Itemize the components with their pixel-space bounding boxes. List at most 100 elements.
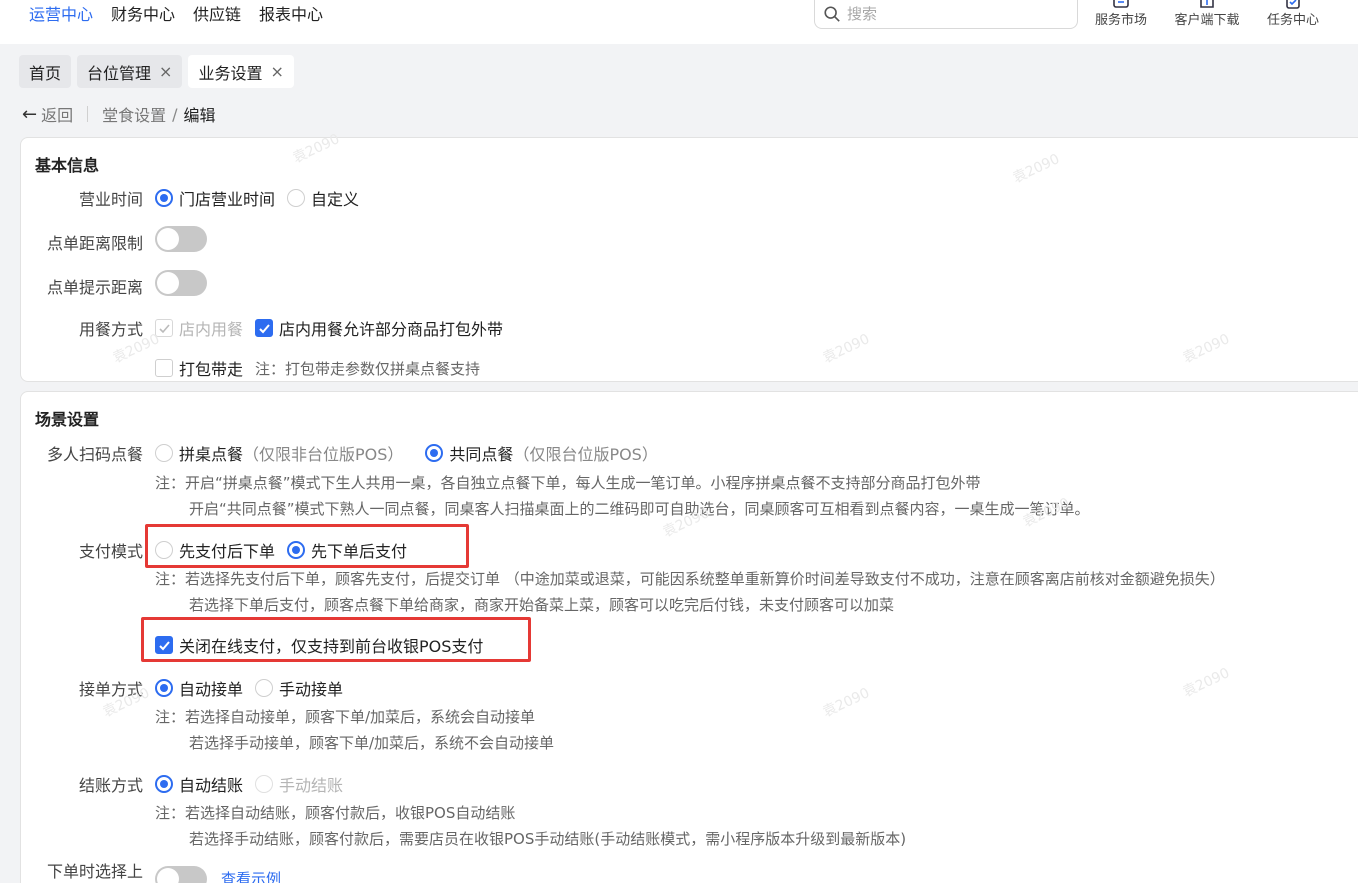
accept-option-manual[interactable]: 手动接单 <box>255 676 343 700</box>
back-arrow-icon[interactable]: ← <box>22 104 37 125</box>
dine-in-option: 店内用餐 <box>155 316 243 340</box>
task-center-button[interactable]: 任务中心 <box>1253 0 1333 30</box>
scene-settings-title: 场景设置 <box>35 410 100 429</box>
radio-checked[interactable] <box>425 444 444 462</box>
settle-option-auto[interactable]: 自动结账 <box>155 772 243 796</box>
task-icon <box>1286 0 1300 9</box>
accept-option-auto[interactable]: 自动接单 <box>155 676 243 700</box>
breadcrumb-parent[interactable]: 堂食设置 <box>102 102 166 126</box>
nav-operations[interactable]: 运营中心 <box>20 0 102 30</box>
breadcrumb-current: 编辑 <box>183 106 216 125</box>
accept-note-1: 注：若选择自动接单，顾客下单/加菜后，系统会自动接单 <box>155 708 536 726</box>
task-center-label: 任务中心 <box>1266 13 1319 28</box>
option-label: 共同点餐 <box>449 445 514 464</box>
option-label: 自动结账 <box>179 776 244 795</box>
takeaway-note: 注：打包带走参数仅拼桌点餐支持 <box>255 359 481 378</box>
hours-option-store[interactable]: 门店营业时间 <box>155 186 275 210</box>
watermark: 袁2090 <box>290 131 343 167</box>
watermark: 袁2090 <box>1180 665 1233 701</box>
checkbox-unchecked[interactable] <box>155 359 173 377</box>
store-icon <box>1113 0 1129 8</box>
distance-hint-label: 点单提示距离 <box>46 278 143 297</box>
order-select-label: 下单时选择上 <box>46 862 143 881</box>
top-nav: 运营中心 财务中心 供应链 报表中心 <box>20 0 332 30</box>
highlight-box <box>141 617 531 662</box>
takeaway-option[interactable]: 打包带走 <box>155 356 243 380</box>
distance-hint-toggle[interactable] <box>155 270 207 296</box>
service-market-button[interactable]: 服务市场 <box>1081 0 1161 30</box>
view-example-link[interactable]: 查看示例 <box>221 868 281 883</box>
service-market-label: 服务市场 <box>1094 13 1147 28</box>
option-label: 店内用餐 <box>179 320 244 339</box>
pay-mode-label: 支付模式 <box>78 542 143 561</box>
dining-mode-label: 用餐方式 <box>78 320 143 339</box>
multi-option-group-order[interactable]: 共同点餐 （仅限台位版POS） <box>425 441 658 465</box>
distance-limit-toggle[interactable] <box>155 226 207 252</box>
client-download-button[interactable]: 客户端下载 <box>1167 0 1247 30</box>
checkbox-disabled <box>155 319 173 337</box>
option-label: 手动接单 <box>279 680 344 699</box>
watermark: 袁2090 <box>820 331 873 367</box>
watermark: 袁2090 <box>1010 151 1063 187</box>
scene-settings-card: 场景设置 多人扫码点餐 拼桌点餐 （仅限非台位版POS） 共同点餐 （仅限台位版PO… <box>20 391 1358 883</box>
takeaway-row: 打包带走 注：打包带走参数仅拼桌点餐支持 <box>155 356 480 380</box>
radio-checked[interactable] <box>155 189 173 207</box>
accept-note-2: 若选择手动接单，顾客下单/加菜后，系统不会自动接单 <box>189 734 555 752</box>
option-label: 手动结账 <box>279 776 344 795</box>
tab-label: 业务设置 <box>198 63 263 83</box>
tab-home[interactable]: 首页 <box>19 55 72 88</box>
tab-label: 台位管理 <box>87 63 152 83</box>
settle-mode-label: 结账方式 <box>78 776 143 795</box>
check-icon <box>259 324 270 334</box>
radio-unchecked[interactable] <box>155 444 173 462</box>
option-hint: （仅限台位版POS） <box>513 445 658 464</box>
distance-limit-label: 点单距离限制 <box>46 234 143 253</box>
nav-reports[interactable]: 报表中心 <box>250 0 332 30</box>
search-input[interactable] <box>847 5 1047 23</box>
search-box[interactable] <box>814 0 1078 29</box>
option-label: 自动接单 <box>179 680 244 699</box>
breadcrumb-separator: / <box>172 104 178 124</box>
highlight-box <box>145 524 469 568</box>
radio-checked[interactable] <box>155 679 173 697</box>
multi-option-shared-table[interactable]: 拼桌点餐 （仅限非台位版POS） <box>155 441 403 465</box>
back-link[interactable]: 返回 <box>41 102 73 126</box>
settle-mode-options: 自动结账 手动结账 <box>155 772 355 796</box>
watermark: 袁2090 <box>1180 331 1233 367</box>
multi-scan-options: 拼桌点餐 （仅限非台位版POS） 共同点餐 （仅限台位版POS） <box>155 441 670 465</box>
divider <box>87 106 89 122</box>
tab-label: 首页 <box>29 63 62 83</box>
search-icon <box>824 6 840 22</box>
nav-finance[interactable]: 财务中心 <box>102 0 184 30</box>
radio-unchecked[interactable] <box>255 679 274 697</box>
option-label: 门店营业时间 <box>179 190 276 209</box>
check-icon <box>159 324 170 334</box>
order-select-toggle[interactable] <box>155 866 207 883</box>
watermark: 袁2090 <box>820 685 873 721</box>
hours-option-custom[interactable]: 自定义 <box>287 186 359 210</box>
accept-mode-options: 自动接单 手动接单 <box>155 676 355 700</box>
multi-note-1: 注：开启“拼桌点餐”模式下生人共用一桌，各自独立点餐下单，每人生成一笔订单。小程… <box>155 474 981 492</box>
radio-unchecked[interactable] <box>287 189 306 207</box>
dining-mode-options: 店内用餐 店内用餐允许部分商品打包外带 <box>155 316 515 340</box>
page-tabs: 首页 台位管理 × 业务设置 × <box>19 55 294 88</box>
checkbox-checked[interactable] <box>255 319 274 337</box>
settle-note-2: 若选择手动结账，顾客付款后，需要店员在收银POS手动结账(手动结账模式，需小程序… <box>189 830 907 848</box>
tab-business-settings[interactable]: 业务设置 × <box>188 55 294 88</box>
radio-disabled <box>255 775 274 793</box>
top-bar: 运营中心 财务中心 供应链 报表中心 服务市场 客户端下载 任务中心 <box>0 0 1358 44</box>
breadcrumb: ← 返回 堂食设置 / 编辑 <box>22 102 216 126</box>
pay-note-1: 注：若选择先支付后下单，顾客先支付，后提交订单 （中途加菜或退菜，可能因系统整单… <box>155 570 1225 588</box>
settle-option-manual: 手动结账 <box>255 772 343 796</box>
multi-scan-label: 多人扫码点餐 <box>46 445 143 464</box>
option-hint: （仅限非台位版POS） <box>243 445 404 464</box>
allow-takeaway-option[interactable]: 店内用餐允许部分商品打包外带 <box>255 316 503 340</box>
option-label: 拼桌点餐 <box>179 445 244 464</box>
nav-supply-chain[interactable]: 供应链 <box>184 0 250 30</box>
close-icon[interactable]: × <box>159 62 172 81</box>
settle-note-1: 注：若选择自动结账，顾客付款后，收银POS自动结账 <box>155 804 516 822</box>
radio-checked[interactable] <box>155 775 173 793</box>
tab-table-management[interactable]: 台位管理 × <box>77 55 183 88</box>
option-label: 自定义 <box>311 190 360 209</box>
close-icon[interactable]: × <box>270 62 283 81</box>
